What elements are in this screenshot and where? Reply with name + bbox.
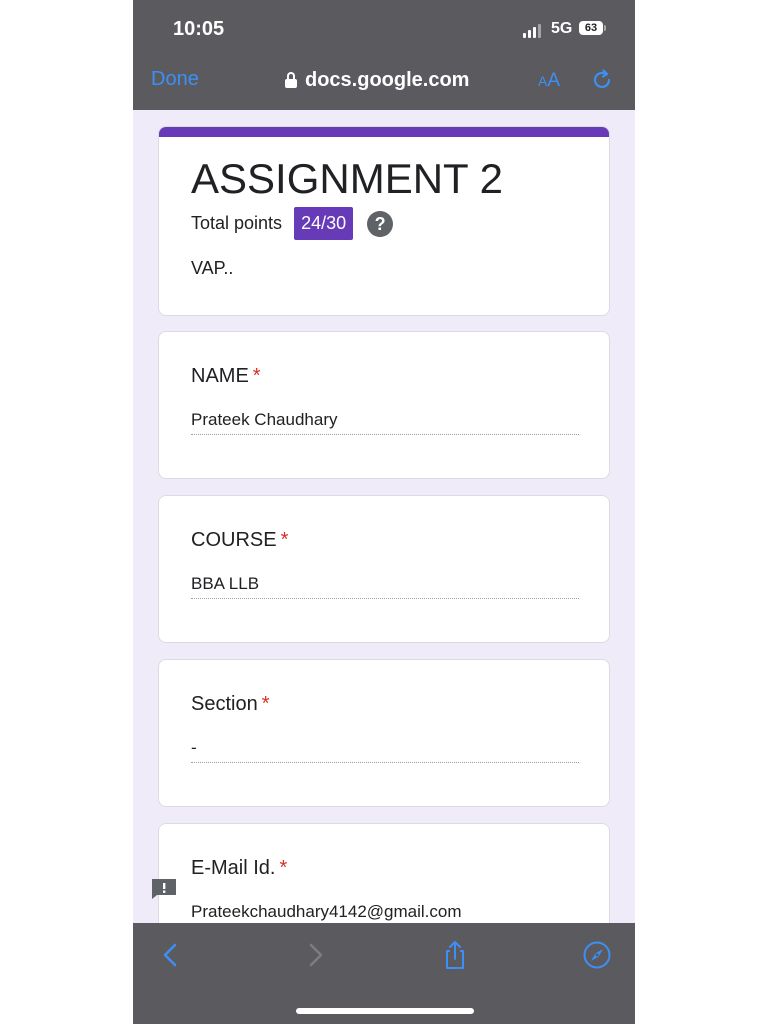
text-size-button[interactable]: AA bbox=[538, 70, 560, 92]
text-size-small: A bbox=[538, 73, 548, 89]
question-card-name: NAME * Prateek Chaudhary bbox=[158, 331, 610, 479]
question-label: E-Mail Id. bbox=[191, 857, 276, 879]
battery-tip bbox=[604, 25, 606, 31]
battery-level: 63 bbox=[584, 22, 598, 34]
total-points-label: Total points bbox=[191, 213, 283, 233]
url-text: docs.google.com bbox=[305, 68, 470, 91]
share-icon[interactable] bbox=[440, 940, 470, 970]
total-points-row: Total points 24/30 ? bbox=[191, 207, 394, 240]
question-title: COURSE * bbox=[191, 529, 288, 552]
feedback-icon[interactable] bbox=[150, 878, 178, 900]
back-icon[interactable] bbox=[156, 940, 186, 970]
question-card-course: COURSE * BBA LLB bbox=[158, 495, 610, 643]
compass-icon[interactable] bbox=[582, 940, 612, 970]
browser-top-bar: 10:05 5G 63 Done docs.google.com AA bbox=[133, 0, 635, 110]
reload-icon[interactable] bbox=[590, 68, 614, 92]
question-title: NAME * bbox=[191, 365, 261, 388]
question-title: E-Mail Id. * bbox=[191, 857, 287, 880]
battery-icon: 63 bbox=[579, 21, 603, 35]
question-card-section: Section * - bbox=[158, 659, 610, 807]
header-accent-bar bbox=[159, 127, 609, 137]
form-header-card: ASSIGNMENT 2 Total points 24/30 ? VAP.. bbox=[158, 126, 610, 316]
address-bar[interactable]: docs.google.com bbox=[285, 66, 469, 94]
network-type: 5G bbox=[551, 20, 573, 37]
text-size-large: A bbox=[547, 70, 561, 91]
score-badge: 24/30 bbox=[294, 207, 354, 240]
status-time: 10:05 bbox=[173, 18, 225, 40]
forward-icon[interactable] bbox=[300, 940, 330, 970]
required-mark: * bbox=[252, 365, 261, 387]
required-mark: * bbox=[280, 529, 289, 551]
question-title: Section * bbox=[191, 693, 270, 716]
answer-field[interactable]: BBA LLB bbox=[191, 574, 579, 599]
required-mark: * bbox=[279, 857, 288, 879]
form-description: VAP.. bbox=[191, 258, 234, 278]
signal-icon bbox=[523, 24, 543, 38]
answer-field[interactable]: Prateek Chaudhary bbox=[191, 410, 579, 435]
question-label: COURSE bbox=[191, 529, 277, 551]
required-mark: * bbox=[261, 693, 270, 715]
help-icon[interactable]: ? bbox=[367, 210, 394, 237]
form-title: ASSIGNMENT 2 bbox=[191, 155, 503, 202]
question-label: Section bbox=[191, 693, 258, 715]
lock-icon bbox=[285, 72, 297, 88]
phone-screen: 10:05 5G 63 Done docs.google.com AA ASSI… bbox=[133, 0, 635, 1024]
browser-bottom-bar bbox=[133, 923, 635, 1024]
question-label: NAME bbox=[191, 365, 249, 387]
home-indicator bbox=[296, 1008, 474, 1014]
answer-field[interactable]: - bbox=[191, 738, 579, 763]
done-button[interactable]: Done bbox=[151, 68, 199, 91]
